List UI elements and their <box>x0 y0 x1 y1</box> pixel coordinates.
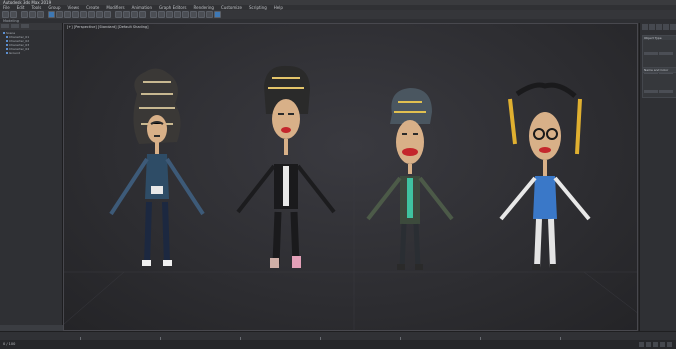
scale-icon[interactable] <box>96 11 103 18</box>
percent-snap-icon[interactable] <box>131 11 138 18</box>
object-icon <box>6 40 8 42</box>
object-button[interactable] <box>659 52 673 55</box>
find-icon[interactable] <box>21 24 29 28</box>
go-to-start-icon[interactable] <box>639 342 644 347</box>
character-2-model[interactable] <box>236 65 336 268</box>
schematic-icon[interactable] <box>182 11 189 18</box>
window-crossing-icon[interactable] <box>72 11 79 18</box>
unlink-icon[interactable] <box>29 11 36 18</box>
spinner-snap-icon[interactable] <box>139 11 146 18</box>
name-and-color-rollout[interactable]: Name and Color <box>642 67 676 73</box>
command-panel: Object Type Name and Color <box>639 23 676 331</box>
rect-select-icon[interactable] <box>64 11 71 18</box>
go-to-end-icon[interactable] <box>667 342 672 347</box>
playback-controls <box>639 340 676 349</box>
layer-icon[interactable] <box>166 11 173 18</box>
toolbar-separator <box>18 12 20 17</box>
filter-icon[interactable] <box>1 24 9 28</box>
hierarchy-tab-icon[interactable] <box>656 24 662 30</box>
scene-explorer: Scene Character_01 Character_02 Characte… <box>0 23 64 331</box>
undo-icon[interactable] <box>2 11 9 18</box>
next-frame-icon[interactable] <box>660 342 665 347</box>
bind-icon[interactable] <box>37 11 44 18</box>
mirror-icon[interactable] <box>150 11 157 18</box>
render-setup-icon[interactable] <box>198 11 205 18</box>
scene-explorer-tabs <box>0 23 62 30</box>
tree-item[interactable]: Ground <box>3 51 29 55</box>
rollout-header[interactable]: Name and Color <box>643 68 676 72</box>
redo-icon[interactable] <box>10 11 17 18</box>
snap-icon[interactable] <box>115 11 122 18</box>
select-icon[interactable] <box>48 11 55 18</box>
status-bar: 0 / 100 <box>0 340 676 349</box>
object-icon <box>3 32 5 34</box>
place-icon[interactable] <box>104 11 111 18</box>
toolbar-separator <box>112 12 114 17</box>
angle-snap-icon[interactable] <box>123 11 130 18</box>
prev-frame-icon[interactable] <box>646 342 651 347</box>
motion-tab-icon[interactable] <box>663 24 669 30</box>
object-icon <box>6 36 8 38</box>
link-icon[interactable] <box>21 11 28 18</box>
object-icon <box>6 44 8 46</box>
frame-counter: 0 / 100 <box>3 342 16 346</box>
modify-tab-icon[interactable] <box>649 24 655 30</box>
play-icon[interactable] <box>653 342 658 347</box>
object-button[interactable] <box>644 52 658 55</box>
sort-icon[interactable] <box>11 24 19 28</box>
character-3-model[interactable] <box>366 88 454 270</box>
object-icon <box>6 48 8 50</box>
toolbar-separator <box>147 12 149 17</box>
perspective-viewport[interactable]: [+] [Perspective] [Standard] [Default Sh… <box>63 23 638 331</box>
material-editor-icon[interactable] <box>190 11 197 18</box>
object-icon <box>6 52 8 54</box>
render-frame-icon[interactable] <box>206 11 213 18</box>
curve-editor-icon[interactable] <box>174 11 181 18</box>
toolbar-separator <box>45 12 47 17</box>
tree-item-label: Ground <box>9 51 21 55</box>
object-button[interactable] <box>644 90 658 93</box>
character-4-model[interactable] <box>499 82 591 270</box>
rotate-icon[interactable] <box>88 11 95 18</box>
object-button[interactable] <box>659 90 673 93</box>
character-1-model[interactable] <box>109 68 205 266</box>
move-icon[interactable] <box>80 11 87 18</box>
select-by-name-icon[interactable] <box>56 11 63 18</box>
align-icon[interactable] <box>158 11 165 18</box>
display-tab-icon[interactable] <box>670 24 676 30</box>
viewport-scene <box>64 65 637 330</box>
render-icon[interactable] <box>214 11 221 18</box>
rollout-header[interactable]: Object Type <box>643 36 676 40</box>
scene-tree: Scene Character_01 Character_02 Characte… <box>3 31 29 55</box>
create-tab-icon[interactable] <box>642 24 648 30</box>
